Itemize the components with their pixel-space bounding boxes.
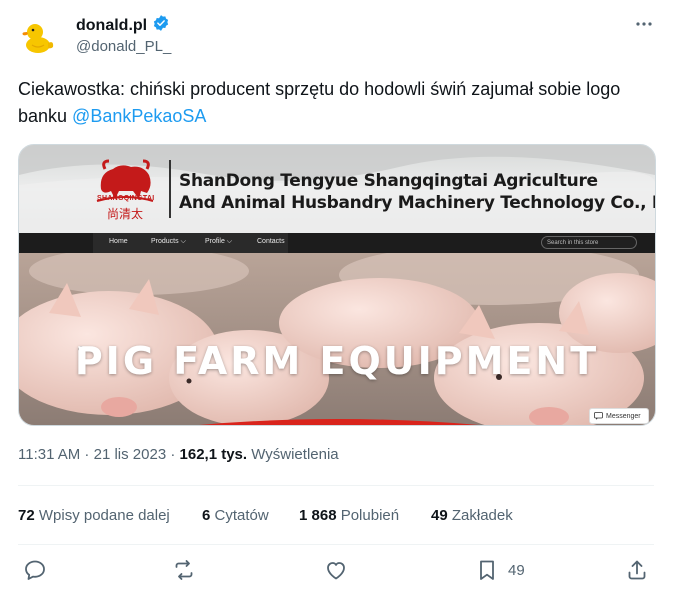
view-label: Wyświetlenia <box>247 446 339 463</box>
mention-link[interactable]: @BankPekaoSA <box>72 106 206 126</box>
quotes-label: Cytatów <box>210 507 269 524</box>
post-time[interactable]: 11:31 AM <box>18 446 80 463</box>
more-options-icon[interactable] <box>634 14 654 39</box>
site-nav-products-label: Products <box>151 238 179 245</box>
bookmark-count: 49 <box>508 562 525 579</box>
action-bar: 49 <box>0 558 673 586</box>
reposts-count: 72 <box>18 507 35 524</box>
site-nav-profile: Profile ⌵ <box>205 238 232 246</box>
site-nav: Home Products ⌵ Profile ⌵ Contacts Searc… <box>19 233 655 253</box>
display-name[interactable]: donald.pl <box>76 17 147 35</box>
company-name-line2: And Animal Husbandry Machinery Technolog… <box>179 193 656 213</box>
bookmarks-label: Zakładek <box>447 507 513 524</box>
likes-count: 1 868 <box>299 507 337 524</box>
chevron-down-icon: ⌵ <box>226 238 233 245</box>
divider <box>18 544 654 545</box>
post-image[interactable]: SHANGQINGTAI 尚清太 ShanDong Tengyue Shangq… <box>18 144 656 426</box>
meta-separator: · <box>80 446 94 463</box>
site-nav-products: Products ⌵ <box>151 238 186 246</box>
post-meta: 11:31 AM · 21 lis 2023 · 162,1 tys. Wyśw… <box>18 446 339 463</box>
logo-subtitle: SHANGQINGTAI <box>97 195 155 202</box>
repost-icon[interactable] <box>172 558 196 582</box>
likes-label: Polubień <box>336 507 400 524</box>
bookmarks-count: 49 <box>431 507 448 524</box>
site-nav-contacts: Contacts <box>257 238 285 245</box>
bookmark-icon[interactable] <box>475 558 499 582</box>
post-date[interactable]: 21 lis 2023 <box>94 446 167 463</box>
messenger-label: Messenger <box>606 413 641 420</box>
quotes-stat[interactable]: 6 Cytatów <box>202 507 269 524</box>
reposts-stat[interactable]: 72 Wpisy podane dalej <box>18 507 170 524</box>
like-icon[interactable] <box>324 558 348 582</box>
view-count: 162,1 tys. <box>179 446 248 463</box>
site-search: Search in this store <box>541 236 637 249</box>
likes-stat[interactable]: 1 868 Polubień <box>299 507 399 524</box>
bookmarks-stat[interactable]: 49 Zakładek <box>431 507 513 524</box>
meta-separator: · <box>166 446 180 463</box>
site-header: SHANGQINGTAI 尚清太 ShanDong Tengyue Shangq… <box>19 145 655 233</box>
header-divider <box>169 160 171 218</box>
reply-icon[interactable] <box>23 558 47 582</box>
share-icon[interactable] <box>625 558 649 582</box>
divider <box>18 485 654 486</box>
duck-avatar-icon <box>22 24 54 53</box>
site-nav-home: Home <box>109 238 128 245</box>
author-handle[interactable]: @donald_PL_ <box>76 38 171 55</box>
verified-badge-icon[interactable] <box>152 14 170 37</box>
company-name-line1: ShanDong Tengyue Shangqingtai Agricultur… <box>179 171 598 191</box>
chat-icon <box>594 412 603 420</box>
messenger-widget: Messenger <box>589 408 649 424</box>
chevron-down-icon: ⌵ <box>180 238 186 245</box>
logo-chinese-name: 尚清太 <box>107 207 144 221</box>
site-nav-profile-label: Profile <box>205 238 225 245</box>
post-text: Ciekawostka: chiński producent sprzętu d… <box>18 76 658 130</box>
avatar[interactable] <box>18 16 60 58</box>
author-name-row: donald.pl <box>76 14 170 37</box>
hero-banner: PIG FARM EQUIPMENT <box>19 253 655 425</box>
tweet: donald.pl @donald_PL_ Ciekawostka: chińs… <box>0 0 673 598</box>
hero-title: PIG FARM EQUIPMENT <box>74 339 600 383</box>
reposts-label: Wpisy podane dalej <box>34 507 170 524</box>
